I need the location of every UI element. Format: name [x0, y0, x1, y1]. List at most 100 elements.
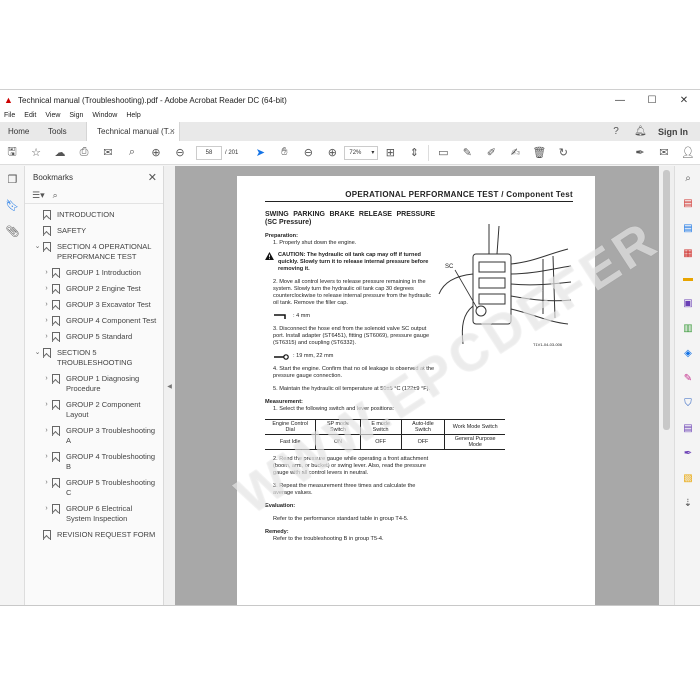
fit-page-icon[interactable]: ⊞	[378, 141, 402, 165]
panel-splitter-handle[interactable]: ◀	[164, 166, 175, 605]
organize-pages-icon[interactable]: ▥	[675, 316, 700, 341]
tab-tools[interactable]: Tools	[40, 122, 86, 141]
bookmark-item[interactable]: › GROUP 2 Component Layout	[25, 400, 163, 420]
bookmark-item[interactable]: › GROUP 1 Diagnosing Procedure	[25, 374, 163, 394]
bookmarks-panel-icon[interactable]: 🔖︎	[0, 192, 25, 218]
comment-icon[interactable]: ▭	[431, 141, 455, 165]
bookmark-item[interactable]: › GROUP 3 Excavator Test	[25, 300, 163, 310]
expand-chevron-icon[interactable]: ›	[42, 374, 51, 394]
bookmark-item[interactable]: › GROUP 5 Troubleshooting C	[25, 478, 163, 498]
bookmark-item[interactable]: › GROUP 6 Electrical System Inspection	[25, 504, 163, 524]
close-button[interactable]: ✕	[668, 95, 700, 106]
hand-tool-icon[interactable]: ✋︎	[272, 141, 296, 165]
page-number-input[interactable]: 58	[196, 145, 222, 160]
more-tools-icon[interactable]: ▧	[675, 466, 700, 491]
document-viewer[interactable]: OPERATIONAL PERFORMANCE TEST / Component…	[175, 166, 674, 605]
bookmark-icon	[51, 426, 60, 436]
bookmark-item[interactable]: › GROUP 1 Introduction	[25, 268, 163, 278]
print-icon[interactable]: ⎙	[72, 141, 96, 165]
tab-document-label: Technical manual (T...	[97, 127, 175, 136]
stamp-icon[interactable]: ✍	[503, 141, 527, 165]
bookmark-item[interactable]: REVISION REQUEST FORM	[25, 530, 163, 540]
menu-file[interactable]: File	[4, 110, 15, 122]
scrollbar-thumb[interactable]	[663, 170, 670, 430]
next-page-icon[interactable]: ⊖	[168, 141, 192, 165]
bookmarks-close-icon[interactable]: ✕	[148, 171, 157, 184]
expand-chevron-icon[interactable]: ›	[42, 478, 51, 498]
expand-chevron-icon[interactable]: ›	[42, 284, 51, 294]
attachments-icon[interactable]: 📎︎	[0, 218, 25, 244]
bookmark-star-icon[interactable]: ☆	[24, 141, 48, 165]
expand-chevron-icon[interactable]: ›	[42, 400, 51, 420]
highlight-pen-icon[interactable]: ✎	[455, 141, 479, 165]
draw-icon[interactable]: ✐	[479, 141, 503, 165]
menu-help[interactable]: Help	[126, 110, 140, 122]
menu-sign[interactable]: Sign	[69, 110, 83, 122]
zoom-in-icon[interactable]: ⊕	[320, 141, 344, 165]
expand-chevron-icon[interactable]: ›	[42, 268, 51, 278]
search-icon[interactable]: ⌕	[120, 141, 144, 165]
share-user-icon[interactable]: 👤︎	[676, 141, 700, 165]
zoom-select[interactable]: 72%	[344, 145, 379, 160]
share-email-icon[interactable]: ✉	[652, 141, 676, 165]
menu-edit[interactable]: Edit	[24, 110, 36, 122]
minimize-button[interactable]: —	[604, 95, 636, 106]
zoom-search-icon[interactable]: ⌕	[675, 166, 700, 191]
bookmark-item[interactable]: › GROUP 3 Troubleshooting A	[25, 426, 163, 446]
bookmark-options-icon[interactable]: ☰▾	[32, 190, 45, 201]
bell-icon[interactable]: 🔔︎	[634, 126, 647, 138]
scan-ocr-icon[interactable]: ◈	[675, 341, 700, 366]
bookmark-item[interactable]: › GROUP 4 Component Test	[25, 316, 163, 326]
scroll-mode-icon[interactable]: ⇕	[402, 141, 426, 165]
menu-view[interactable]: View	[45, 110, 60, 122]
bookmark-item[interactable]: ⌄ SECTION 5 TROUBLESHOOTING	[25, 348, 163, 368]
prev-page-icon[interactable]: ⊕	[144, 141, 168, 165]
menu-window[interactable]: Window	[92, 110, 117, 122]
export-pdf-icon[interactable]: ▤	[675, 191, 700, 216]
prepare-form-icon[interactable]: ▤	[675, 416, 700, 441]
vertical-scrollbar[interactable]	[659, 166, 674, 605]
email-icon[interactable]: ✉	[96, 141, 120, 165]
protect-icon[interactable]: ⛉	[675, 391, 700, 416]
expand-chevron-icon[interactable]: ›	[42, 316, 51, 326]
request-signature-icon[interactable]: ✒	[675, 441, 700, 466]
expand-chevron-icon[interactable]: ›	[42, 332, 51, 342]
bookmark-item[interactable]: › GROUP 2 Engine Test	[25, 284, 163, 294]
page-thumbnails-icon[interactable]: ❐	[0, 166, 25, 192]
sign-in-button[interactable]: Sign In	[658, 127, 688, 137]
edit-pdf-icon[interactable]: ▦	[675, 241, 700, 266]
bookmark-search-icon[interactable]: ⌕	[53, 190, 58, 201]
create-pdf-icon[interactable]: ▤	[675, 216, 700, 241]
bookmark-item[interactable]: › GROUP 4 Troubleshooting B	[25, 452, 163, 472]
bookmark-item[interactable]: INTRODUCTION	[25, 210, 163, 220]
maximize-button[interactable]: ☐	[636, 95, 668, 106]
help-icon[interactable]: ?	[610, 126, 622, 138]
fill-sign-tool-icon[interactable]: ✎	[675, 366, 700, 391]
expand-tools-icon[interactable]: ⇣	[675, 491, 700, 516]
bookmark-item[interactable]: SAFETY	[25, 226, 163, 236]
bookmark-item[interactable]: ⌄ SECTION 4 OPERATIONAL PERFORMANCE TEST	[25, 242, 163, 262]
tab-home[interactable]: Home	[0, 122, 40, 141]
bookmark-item[interactable]: › GROUP 5 Standard	[25, 332, 163, 342]
fill-sign-icon[interactable]: ✒	[628, 141, 652, 165]
collapse-chevron-icon[interactable]: ⌄	[33, 348, 42, 368]
zoom-out-icon[interactable]: ⊖	[296, 141, 320, 165]
expand-chevron-icon[interactable]: ›	[42, 426, 51, 446]
collapse-chevron-icon[interactable]: ⌄	[33, 242, 42, 262]
bookmarks-title: Bookmarks	[33, 172, 74, 182]
rotate-icon[interactable]: ↻	[551, 141, 575, 165]
comment-tool-icon[interactable]: ▬	[675, 266, 700, 291]
expand-chevron-icon[interactable]: ›	[42, 504, 51, 524]
upload-cloud-icon[interactable]: ☁	[48, 141, 72, 165]
left-nav-rail: ❐ 🔖︎ 📎︎	[0, 166, 25, 605]
select-cursor-icon[interactable]: ➤	[248, 141, 272, 165]
delete-icon[interactable]: 🗑︎	[527, 141, 551, 165]
expand-chevron-icon[interactable]: ›	[42, 300, 51, 310]
tab-close-icon[interactable]: ×	[170, 122, 175, 141]
tab-document[interactable]: Technical manual (T... ×	[86, 122, 180, 141]
tab-bar-right: ? 🔔︎ Sign In	[610, 122, 700, 141]
combine-files-icon[interactable]: ▣	[675, 291, 700, 316]
expand-chevron-icon[interactable]: ›	[42, 452, 51, 472]
save-icon[interactable]: 🖫	[0, 141, 24, 165]
diagram-code: T1V1-04-03-006	[533, 342, 563, 347]
